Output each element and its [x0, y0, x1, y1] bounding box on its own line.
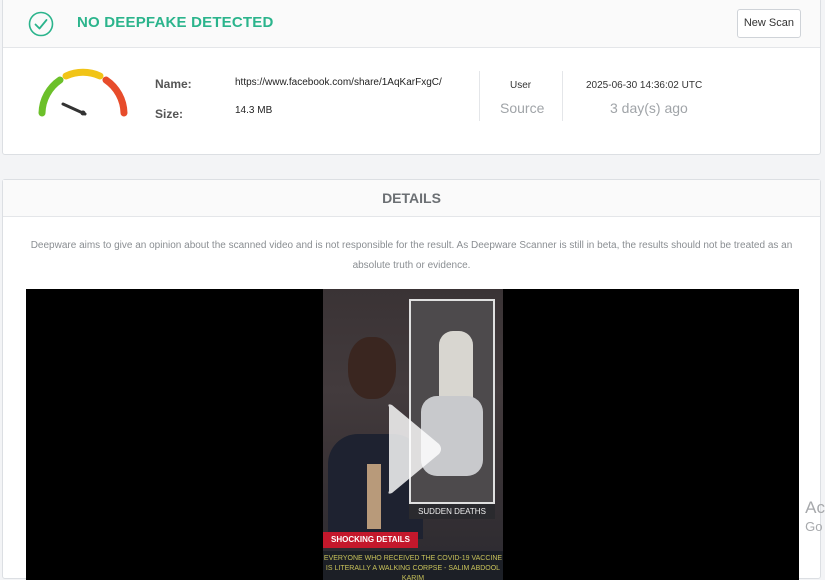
name-value: https://www.facebook.com/share/1AqKarFxg… — [235, 77, 442, 88]
divider — [479, 71, 480, 121]
details-title: DETAILS — [3, 180, 820, 217]
video-ticker: EVERYONE WHO RECEIVED THE COVID-19 VACCI… — [323, 551, 503, 580]
inset-caption: SUDDEN DEATHS — [409, 504, 495, 519]
gauge-icon — [38, 68, 128, 117]
new-scan-button[interactable]: New Scan — [736, 9, 801, 38]
play-icon[interactable] — [383, 399, 445, 499]
anchor-figure — [348, 337, 396, 399]
details-card: DETAILS Deepware aims to give an opinion… — [2, 179, 821, 580]
disclaimer-text: Deepware aims to give an opinion about t… — [30, 240, 793, 271]
video-banner: SHOCKING DETAILS — [323, 532, 418, 548]
name-label: Name: — [155, 77, 192, 91]
video-frame: SUDDEN DEATHS SHOCKING DETAILS EVERYONE … — [323, 289, 503, 580]
size-label: Size: — [155, 107, 184, 121]
scan-age: 3 day(s) ago — [610, 100, 688, 116]
check-circle-icon — [28, 11, 54, 37]
video-player[interactable]: SUDDEN DEATHS SHOCKING DETAILS EVERYONE … — [26, 289, 799, 580]
scan-datetime: 2025-06-30 14:36:02 UTC — [586, 80, 703, 91]
scan-result-card: NO DEEPFAKE DETECTED New Scan Name: http… — [2, 0, 821, 155]
status-title: NO DEEPFAKE DETECTED — [77, 14, 274, 31]
size-value: 14.3 MB — [235, 105, 273, 116]
anchor-tie — [367, 464, 381, 529]
activation-watermark: Ac Go — [805, 498, 825, 534]
source-label: Source — [500, 100, 545, 116]
result-header: NO DEEPFAKE DETECTED New Scan — [3, 0, 820, 48]
divider — [562, 71, 563, 121]
source-type: User — [510, 80, 532, 91]
